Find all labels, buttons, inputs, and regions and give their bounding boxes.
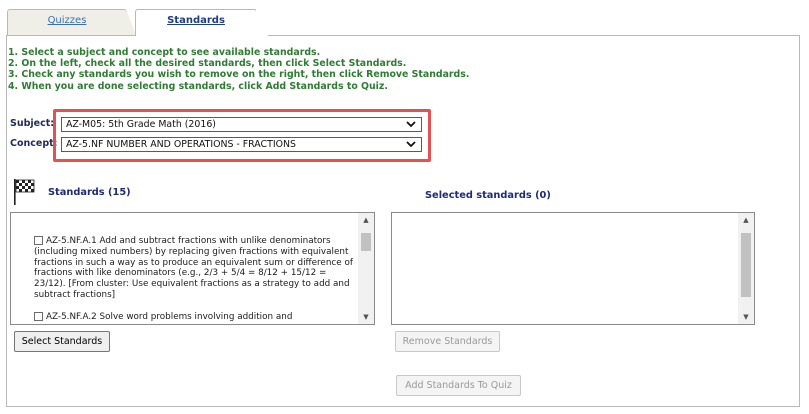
scrollbar[interactable]: ▲ ▼ bbox=[738, 213, 754, 324]
list-item: AZ-5.NF.A.2 Solve word problems involvin… bbox=[34, 312, 354, 323]
instruction-line: 1. Select a subject and concept to see a… bbox=[8, 47, 321, 58]
instructions: 1. Select a subject and concept to see a… bbox=[8, 47, 469, 92]
standard-checkbox[interactable] bbox=[34, 312, 43, 321]
concept-select-value: AZ-5.NF NUMBER AND OPERATIONS - FRACTION… bbox=[66, 139, 296, 150]
select-standards-button[interactable]: Select Standards bbox=[14, 331, 110, 352]
checkered-flag-icon bbox=[14, 179, 35, 205]
chevron-down-icon bbox=[406, 118, 416, 134]
tab-standards-corner bbox=[256, 9, 268, 36]
scroll-up-icon[interactable]: ▲ bbox=[738, 213, 754, 227]
selected-standards-title: Selected standards (0) bbox=[425, 190, 551, 201]
concept-label: Concept: bbox=[10, 138, 58, 149]
scroll-thumb[interactable] bbox=[361, 233, 371, 251]
subject-label: Subject: bbox=[10, 118, 55, 129]
subject-select[interactable]: AZ-M05: 5th Grade Math (2016) bbox=[61, 117, 422, 132]
subject-select-value: AZ-M05: 5th Grade Math (2016) bbox=[66, 119, 216, 130]
scroll-up-icon[interactable]: ▲ bbox=[358, 213, 374, 227]
add-standards-to-quiz-button[interactable]: Add Standards To Quiz bbox=[396, 375, 521, 396]
scroll-thumb[interactable] bbox=[741, 233, 751, 297]
tab-quizzes[interactable]: Quizzes bbox=[7, 9, 127, 35]
tab-standards[interactable]: Standards bbox=[135, 9, 257, 36]
chevron-down-icon bbox=[406, 138, 416, 154]
scroll-down-icon[interactable]: ▼ bbox=[358, 310, 374, 324]
scrollbar[interactable]: ▲ ▼ bbox=[358, 213, 374, 324]
instruction-line: 3. Check any standards you wish to remov… bbox=[8, 69, 470, 81]
list-item: AZ-5.NF.A.1 Add and subtract fractions w… bbox=[34, 236, 354, 301]
remove-standards-button[interactable]: Remove Standards bbox=[395, 331, 500, 352]
concept-select[interactable]: AZ-5.NF NUMBER AND OPERATIONS - FRACTION… bbox=[61, 137, 422, 152]
standard-text: AZ-5.NF.A.2 Solve word problems involvin… bbox=[46, 312, 293, 322]
selected-standards-list[interactable]: ▲ ▼ bbox=[391, 212, 755, 325]
scroll-down-icon[interactable]: ▼ bbox=[738, 310, 754, 324]
tab-quizzes-label: Quizzes bbox=[47, 15, 87, 26]
standard-text: AZ-5.NF.A.1 Add and subtract fractions w… bbox=[34, 236, 353, 300]
standard-checkbox[interactable] bbox=[34, 236, 43, 245]
standards-title: Standards (15) bbox=[48, 187, 131, 198]
tab-standards-label: Standards bbox=[167, 15, 225, 26]
instruction-line: 2. On the left, check all the desired st… bbox=[8, 58, 407, 70]
instruction-line: 4. When you are done selecting standards… bbox=[8, 80, 388, 92]
